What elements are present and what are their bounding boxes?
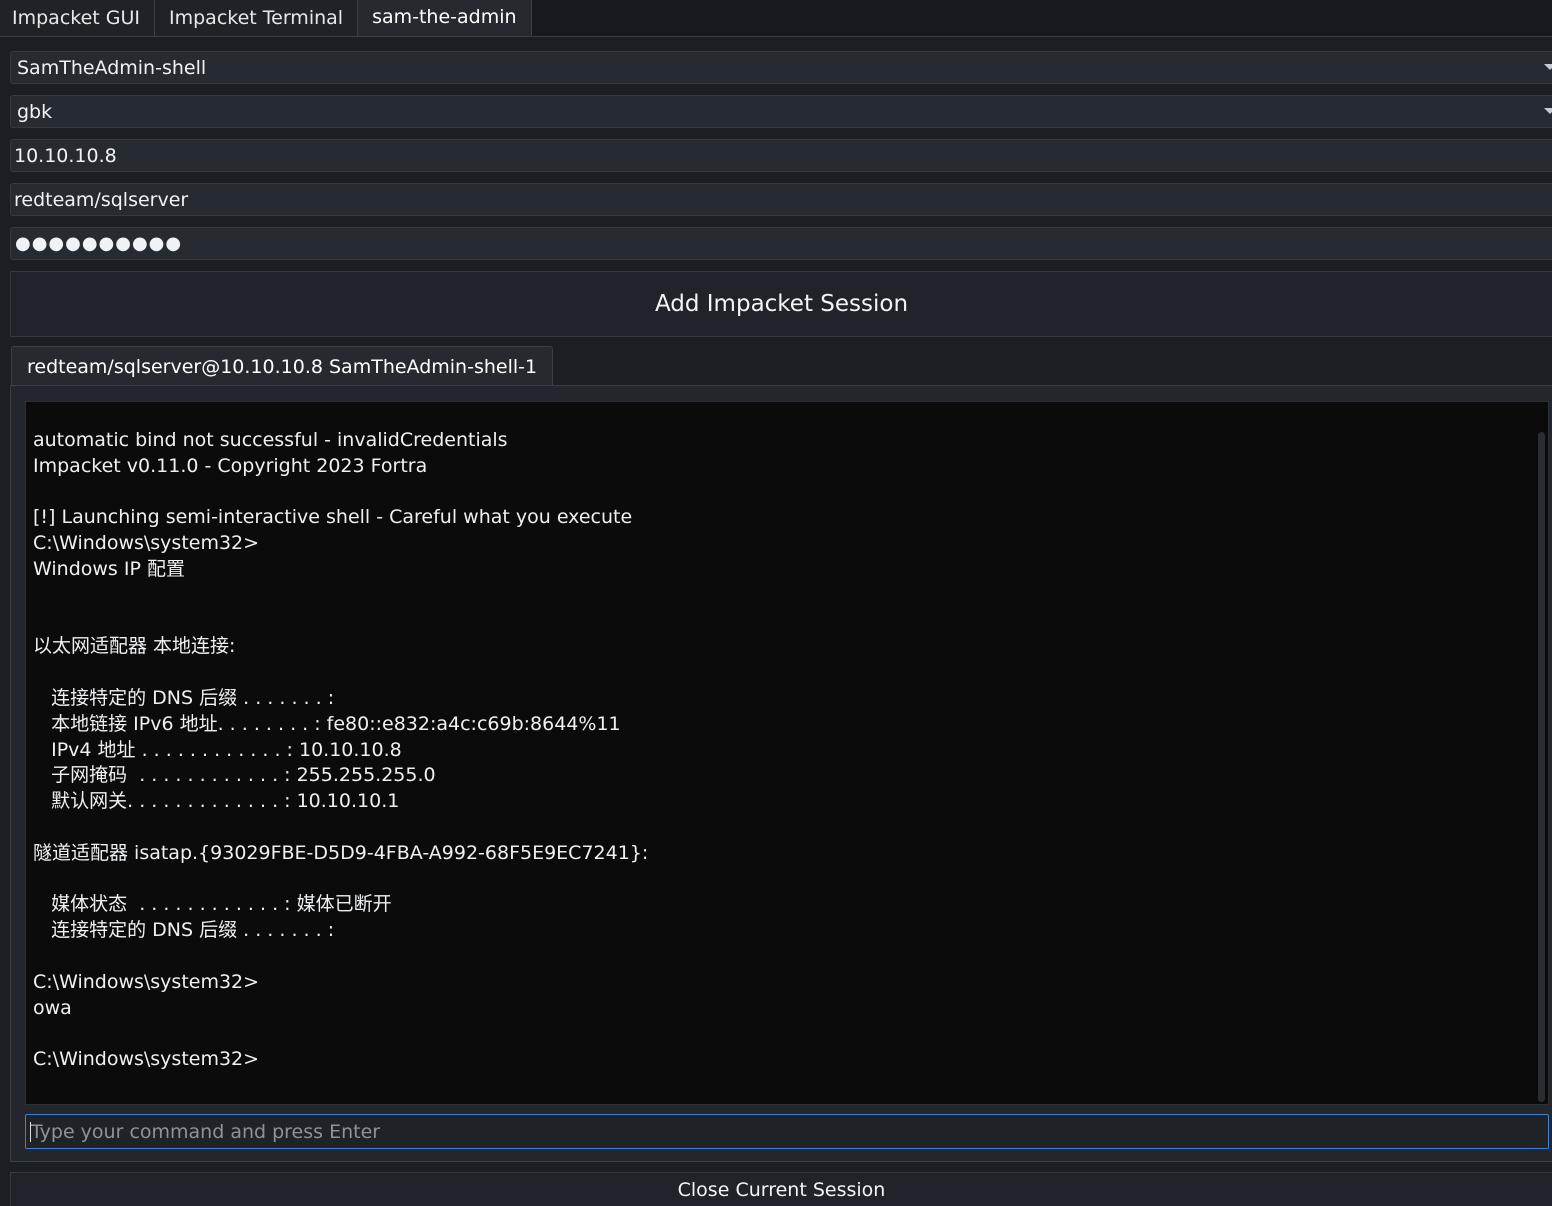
username-field[interactable]: redteam/sqlserver	[10, 183, 1552, 216]
terminal-line: 连接特定的 DNS 后缀 . . . . . . . :	[33, 919, 335, 942]
encoding-select-value: gbk	[17, 100, 53, 123]
tab-session-1[interactable]: redteam/sqlserver@10.10.10.8 SamTheAdmin…	[11, 346, 554, 386]
terminal-line: 子网掩码 . . . . . . . . . . . . : 255.255.2…	[33, 764, 436, 787]
main-tab-bar: Impacket GUI Impacket Terminal sam-the-a…	[0, 0, 1552, 37]
tab-impacket-terminal[interactable]: Impacket Terminal	[155, 0, 359, 36]
terminal-line: owa	[33, 996, 72, 1019]
add-session-button[interactable]: Add Impacket Session	[10, 271, 1552, 337]
chevron-down-icon[interactable]	[1544, 108, 1552, 114]
password-field[interactable]: ●●●●●●●●●●	[10, 227, 1552, 260]
terminal-line: 连接特定的 DNS 后缀 . . . . . . . :	[33, 686, 335, 709]
terminal-line: 以太网适配器 本地连接:	[33, 635, 236, 658]
tab-impacket-gui[interactable]: Impacket GUI	[0, 0, 155, 36]
target-ip-value: 10.10.10.8	[14, 144, 117, 167]
tab-sam-the-admin[interactable]: sam-the-admin	[358, 0, 532, 36]
terminal-line: 本地链接 IPv6 地址. . . . . . . . : fe80::e832…	[33, 712, 621, 735]
session-panel: redteam/sqlserver@10.10.10.8 SamTheAdmin…	[10, 346, 1552, 1162]
module-select-value: SamTheAdmin-shell	[17, 56, 207, 79]
terminal-line: 媒体状态 . . . . . . . . . . . . : 媒体已断开	[33, 893, 392, 916]
password-value: ●●●●●●●●●●	[15, 233, 183, 254]
target-ip-field[interactable]: 10.10.10.8	[10, 139, 1552, 172]
terminal-output: automatic bind not successful - invalidC…	[25, 401, 1549, 1105]
command-input[interactable]	[26, 1114, 1548, 1149]
terminal-line: 隧道适配器 isatap.{93029FBE-D5D9-4FBA-A992-68…	[33, 841, 649, 864]
terminal-line: Windows IP 配置	[33, 557, 185, 580]
username-value: redteam/sqlserver	[14, 188, 189, 211]
module-select[interactable]: SamTheAdmin-shell	[10, 51, 1552, 84]
terminal-line: 默认网关. . . . . . . . . . . . . : 10.10.10…	[33, 790, 400, 813]
session-body: automatic bind not successful - invalidC…	[10, 385, 1552, 1162]
terminal-line: C:\Windows\system32>	[33, 1048, 260, 1071]
terminal-line: Impacket v0.11.0 - Copyright 2023 Fortra	[33, 454, 428, 477]
terminal-line: [!] Launching semi-interactive shell - C…	[33, 506, 633, 529]
terminal-line: IPv4 地址 . . . . . . . . . . . . : 10.10.…	[33, 738, 402, 761]
text-caret	[30, 1122, 31, 1142]
chevron-down-icon[interactable]	[1544, 64, 1552, 70]
terminal-line: automatic bind not successful - invalidC…	[33, 429, 508, 451]
terminal-scrollbar[interactable]	[1538, 432, 1545, 1102]
command-input-container[interactable]	[25, 1114, 1549, 1149]
app-window: Impacket GUI Impacket Terminal sam-the-a…	[0, 0, 1552, 1206]
close-session-button[interactable]: Close Current Session	[10, 1172, 1552, 1206]
terminal-line: C:\Windows\system32>	[33, 970, 260, 993]
terminal-line: C:\Windows\system32>	[33, 532, 260, 555]
encoding-select[interactable]: gbk	[10, 95, 1552, 128]
